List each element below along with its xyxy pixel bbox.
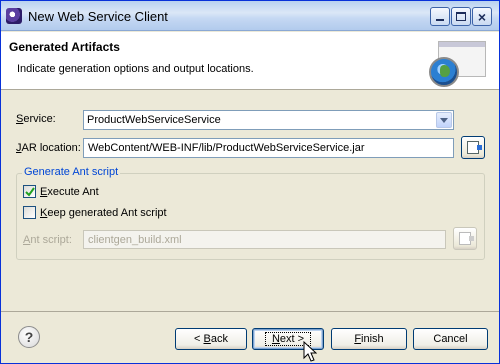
maximize-icon <box>456 12 466 21</box>
globe-graphic <box>429 57 459 87</box>
finish-button-label: Finish <box>354 333 384 345</box>
dialog-window: New Web Service Client × Generated Artif… <box>0 0 500 364</box>
keep-ant-script-label[interactable]: Keep generated Ant script <box>40 207 167 219</box>
service-combo-value: ProductWebServiceService <box>87 114 221 126</box>
title-bar[interactable]: New Web Service Client × <box>1 1 499 31</box>
browse-icon <box>459 232 474 245</box>
checkmark-icon <box>25 187 35 197</box>
jar-location-label: JAR location: <box>16 142 81 154</box>
web-service-globe-icon <box>428 39 492 87</box>
chevron-down-icon[interactable] <box>436 112 452 128</box>
ant-script-input[interactable]: clientgen_build.xml <box>83 230 446 249</box>
wizard-banner: Generated Artifacts Indicate generation … <box>1 32 499 90</box>
jar-browse-button[interactable] <box>461 136 485 159</box>
keep-ant-script-checkbox[interactable] <box>23 206 36 219</box>
eclipse-icon <box>6 8 22 24</box>
jar-location-value: WebContent/WEB-INF/lib/ProductWebService… <box>88 142 365 154</box>
ant-script-value: clientgen_build.xml <box>88 234 182 246</box>
back-button[interactable]: < Back <box>175 328 247 350</box>
finish-button[interactable]: Finish <box>331 328 407 350</box>
close-icon: × <box>477 8 487 25</box>
help-icon[interactable]: ? <box>18 326 40 348</box>
minimize-button[interactable] <box>430 7 450 26</box>
back-button-label: < Back <box>194 333 228 345</box>
close-button[interactable]: × <box>472 7 492 26</box>
cancel-button[interactable]: Cancel <box>413 328 488 350</box>
window-title: New Web Service Client <box>28 9 168 24</box>
execute-ant-label[interactable]: Execute Ant <box>40 186 99 198</box>
browse-icon <box>467 141 482 154</box>
ant-script-group-title: Generate Ant script <box>22 166 121 178</box>
service-combo[interactable]: ProductWebServiceService <box>83 110 454 130</box>
maximize-button[interactable] <box>451 7 471 26</box>
cancel-button-label: Cancel <box>433 333 468 345</box>
execute-ant-checkbox[interactable] <box>23 185 36 198</box>
page-title: Generated Artifacts <box>9 40 120 54</box>
jar-location-input[interactable]: WebContent/WEB-INF/lib/ProductWebService… <box>83 138 454 158</box>
service-label: Service: <box>16 113 56 125</box>
mouse-cursor-icon <box>303 341 317 362</box>
minimize-icon <box>436 18 444 21</box>
footer-separator <box>1 311 499 312</box>
ant-script-label: Ant script: <box>23 234 72 246</box>
ant-script-browse-button[interactable] <box>453 227 477 250</box>
page-description: Indicate generation options and output l… <box>17 63 254 75</box>
